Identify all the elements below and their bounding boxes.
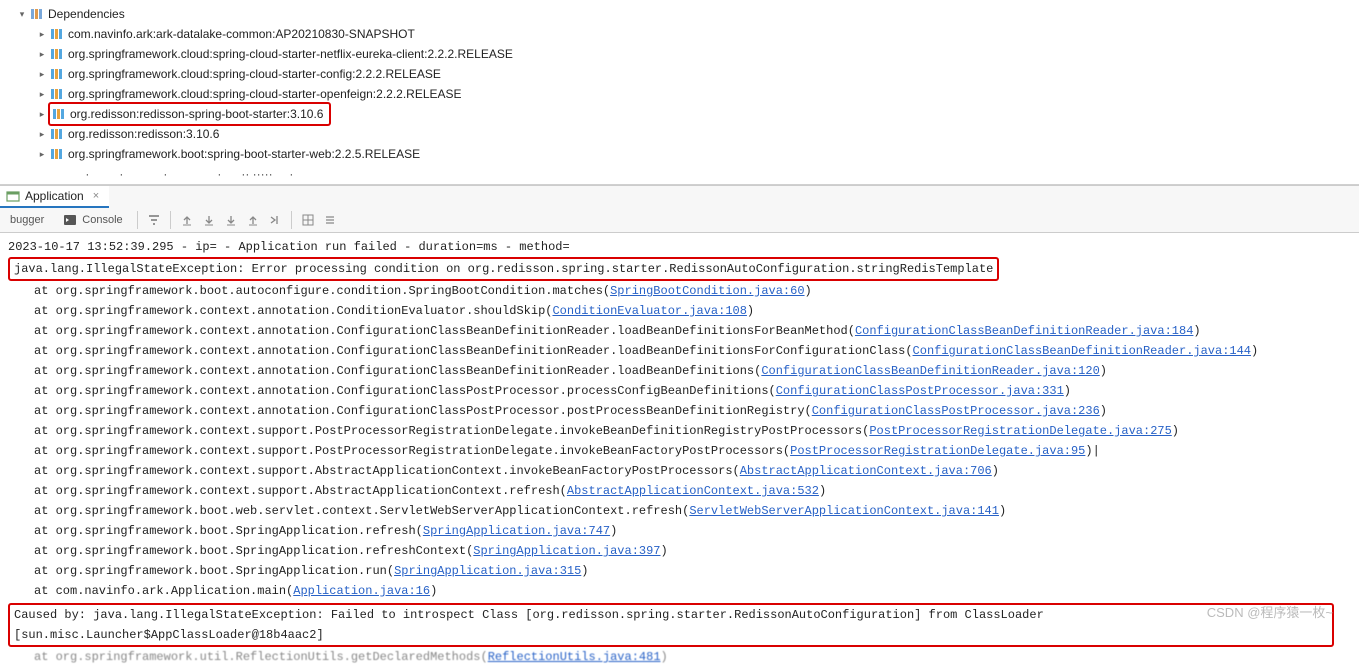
stack-frame: at org.springframework.boot.web.servlet.…: [8, 501, 1351, 521]
chevron-right-icon[interactable]: ▸: [36, 64, 48, 84]
stack-frame: at org.springframework.boot.SpringApplic…: [8, 521, 1351, 541]
stack-frame: at org.springframework.context.support.P…: [8, 441, 1351, 461]
chevron-right-icon[interactable]: ▸: [36, 84, 48, 104]
source-link[interactable]: Application.java:16: [293, 584, 430, 598]
tree-root-row[interactable]: ▾ Dependencies: [16, 4, 1359, 24]
source-link[interactable]: AbstractApplicationContext.java:706: [740, 464, 992, 478]
source-link[interactable]: ConfigurationClassBeanDefinitionReader.j…: [761, 364, 1099, 378]
dependencies-tree: ▾ Dependencies ▸ com.navinfo.ark:ark-data…: [0, 0, 1359, 185]
stack-frame: at org.springframework.context.annotatio…: [8, 381, 1351, 401]
library-icon: [50, 147, 64, 161]
tree-item[interactable]: ▸ org.springframework.boot:spring-boot-st…: [16, 144, 1359, 164]
source-link[interactable]: SpringBootCondition.java:60: [610, 284, 804, 298]
stack-frame: at org.springframework.context.support.A…: [8, 461, 1351, 481]
tree-item-truncated: · · · · ·· ····· ·: [16, 164, 1359, 184]
console-icon: [62, 212, 78, 228]
stack-frame: at org.springframework.context.support.P…: [8, 421, 1351, 441]
library-icon: [52, 107, 66, 121]
grid-icon[interactable]: [300, 212, 316, 228]
highlighted-dependency: org.redisson:redisson-spring-boot-starte…: [48, 102, 331, 126]
tree-item[interactable]: ▸ org.redisson:redisson:3.10.6: [16, 124, 1359, 144]
chevron-right-icon[interactable]: ▸: [36, 44, 48, 64]
source-link[interactable]: ConfigurationClassPostProcessor.java:331: [776, 384, 1064, 398]
library-icon: [50, 127, 64, 141]
console-toolbar: bugger Console: [0, 207, 1359, 233]
tree-item-label: org.redisson:redisson-spring-boot-starte…: [70, 104, 323, 124]
source-link[interactable]: PostProcessorRegistrationDelegate.java:2…: [869, 424, 1171, 438]
separator: [291, 211, 292, 229]
library-icon: [50, 67, 64, 81]
source-link[interactable]: SpringApplication.java:315: [394, 564, 581, 578]
chevron-right-icon[interactable]: ▸: [36, 104, 48, 124]
stack-frame: at org.springframework.context.annotatio…: [8, 401, 1351, 421]
stack-frame: at org.springframework.boot.autoconfigur…: [8, 281, 1351, 301]
debugger-button[interactable]: bugger: [4, 212, 50, 228]
chevron-right-icon[interactable]: ▸: [36, 144, 48, 164]
source-link[interactable]: PostProcessorRegistrationDelegate.java:9…: [790, 444, 1085, 458]
tool-tab-bar: Application ×: [0, 185, 1359, 207]
chevron-right-icon[interactable]: ▸: [36, 124, 48, 144]
stack-frame: at org.springframework.boot.SpringApplic…: [8, 561, 1351, 581]
source-link[interactable]: SpringApplication.java:397: [473, 544, 660, 558]
up-stack-icon[interactable]: [179, 212, 195, 228]
down-icon-2[interactable]: [223, 212, 239, 228]
tree-root-label: Dependencies: [48, 4, 125, 24]
stack-frame: at org.springframework.context.annotatio…: [8, 341, 1351, 361]
source-link[interactable]: SpringApplication.java:747: [423, 524, 610, 538]
step-icon[interactable]: [267, 212, 283, 228]
log-line: 2023-10-17 13:52:39.295 - ip= - Applicat…: [8, 237, 1351, 257]
source-link[interactable]: ConditionEvaluator.java:108: [552, 304, 746, 318]
filter-icon[interactable]: [146, 212, 162, 228]
stack-frame: at org.springframework.boot.SpringApplic…: [8, 541, 1351, 561]
source-link[interactable]: ServletWebServerApplicationContext.java:…: [689, 504, 999, 518]
caused-by-highlight: Caused by: java.lang.IllegalStateExcepti…: [8, 603, 1334, 647]
source-link[interactable]: ConfigurationClassBeanDefinitionReader.j…: [855, 324, 1193, 338]
chevron-down-icon[interactable]: ▾: [16, 4, 28, 24]
stack-frame-dim: at org.springframework.util.ReflectionUt…: [8, 647, 1351, 667]
source-link[interactable]: ReflectionUtils.java:481: [488, 650, 661, 664]
library-icon: [50, 27, 64, 41]
dependencies-icon: [30, 7, 44, 21]
tab-application[interactable]: Application ×: [0, 186, 109, 208]
separator: [137, 211, 138, 229]
stack-frame: at com.navinfo.ark.Application.main(Appl…: [8, 581, 1351, 601]
application-icon: [6, 189, 20, 203]
tree-item-label: org.springframework.cloud:spring-cloud-s…: [68, 84, 462, 104]
exception-line: java.lang.IllegalStateException: Error p…: [8, 257, 1351, 281]
tree-item[interactable]: ▸ org.springframework.cloud:spring-cloud-…: [16, 84, 1359, 104]
library-icon: [50, 47, 64, 61]
tree-item[interactable]: ▸ org.springframework.cloud:spring-cloud-…: [16, 64, 1359, 84]
source-link[interactable]: ConfigurationClassBeanDefinitionReader.j…: [913, 344, 1251, 358]
source-link[interactable]: ConfigurationClassPostProcessor.java:236: [812, 404, 1100, 418]
up-icon[interactable]: [245, 212, 261, 228]
stack-frame: at org.springframework.context.support.A…: [8, 481, 1351, 501]
console-output[interactable]: 2023-10-17 13:52:39.295 - ip= - Applicat…: [0, 233, 1359, 671]
tree-item[interactable]: ▸ org.redisson:redisson-spring-boot-start…: [16, 104, 1359, 124]
stack-frame: at org.springframework.context.annotatio…: [8, 361, 1351, 381]
tree-item[interactable]: ▸ com.navinfo.ark:ark-datalake-common:AP2…: [16, 24, 1359, 44]
tree-item-label: org.redisson:redisson:3.10.6: [68, 124, 219, 144]
tree-item-label: org.springframework.cloud:spring-cloud-s…: [68, 64, 441, 84]
stack-frame: at org.springframework.context.annotatio…: [8, 301, 1351, 321]
close-icon[interactable]: ×: [93, 190, 99, 202]
exception-highlight: java.lang.IllegalStateException: Error p…: [8, 257, 999, 281]
tree-item-label: org.springframework.cloud:spring-cloud-s…: [68, 44, 513, 64]
tree-item-label: org.springframework.boot:spring-boot-sta…: [68, 144, 420, 164]
console-button[interactable]: Console: [56, 210, 128, 230]
tree-item[interactable]: ▸ org.springframework.cloud:spring-cloud-…: [16, 44, 1359, 64]
caused-by-line: Caused by: java.lang.IllegalStateExcepti…: [8, 601, 1351, 647]
library-icon: [50, 87, 64, 101]
tree-item-label: com.navinfo.ark:ark-datalake-common:AP20…: [68, 24, 415, 44]
separator: [170, 211, 171, 229]
down-icon[interactable]: [201, 212, 217, 228]
chevron-right-icon[interactable]: ▸: [36, 24, 48, 44]
list-icon[interactable]: [322, 212, 338, 228]
tab-label: Application: [25, 189, 84, 203]
source-link[interactable]: AbstractApplicationContext.java:532: [567, 484, 819, 498]
stack-frame: at org.springframework.context.annotatio…: [8, 321, 1351, 341]
